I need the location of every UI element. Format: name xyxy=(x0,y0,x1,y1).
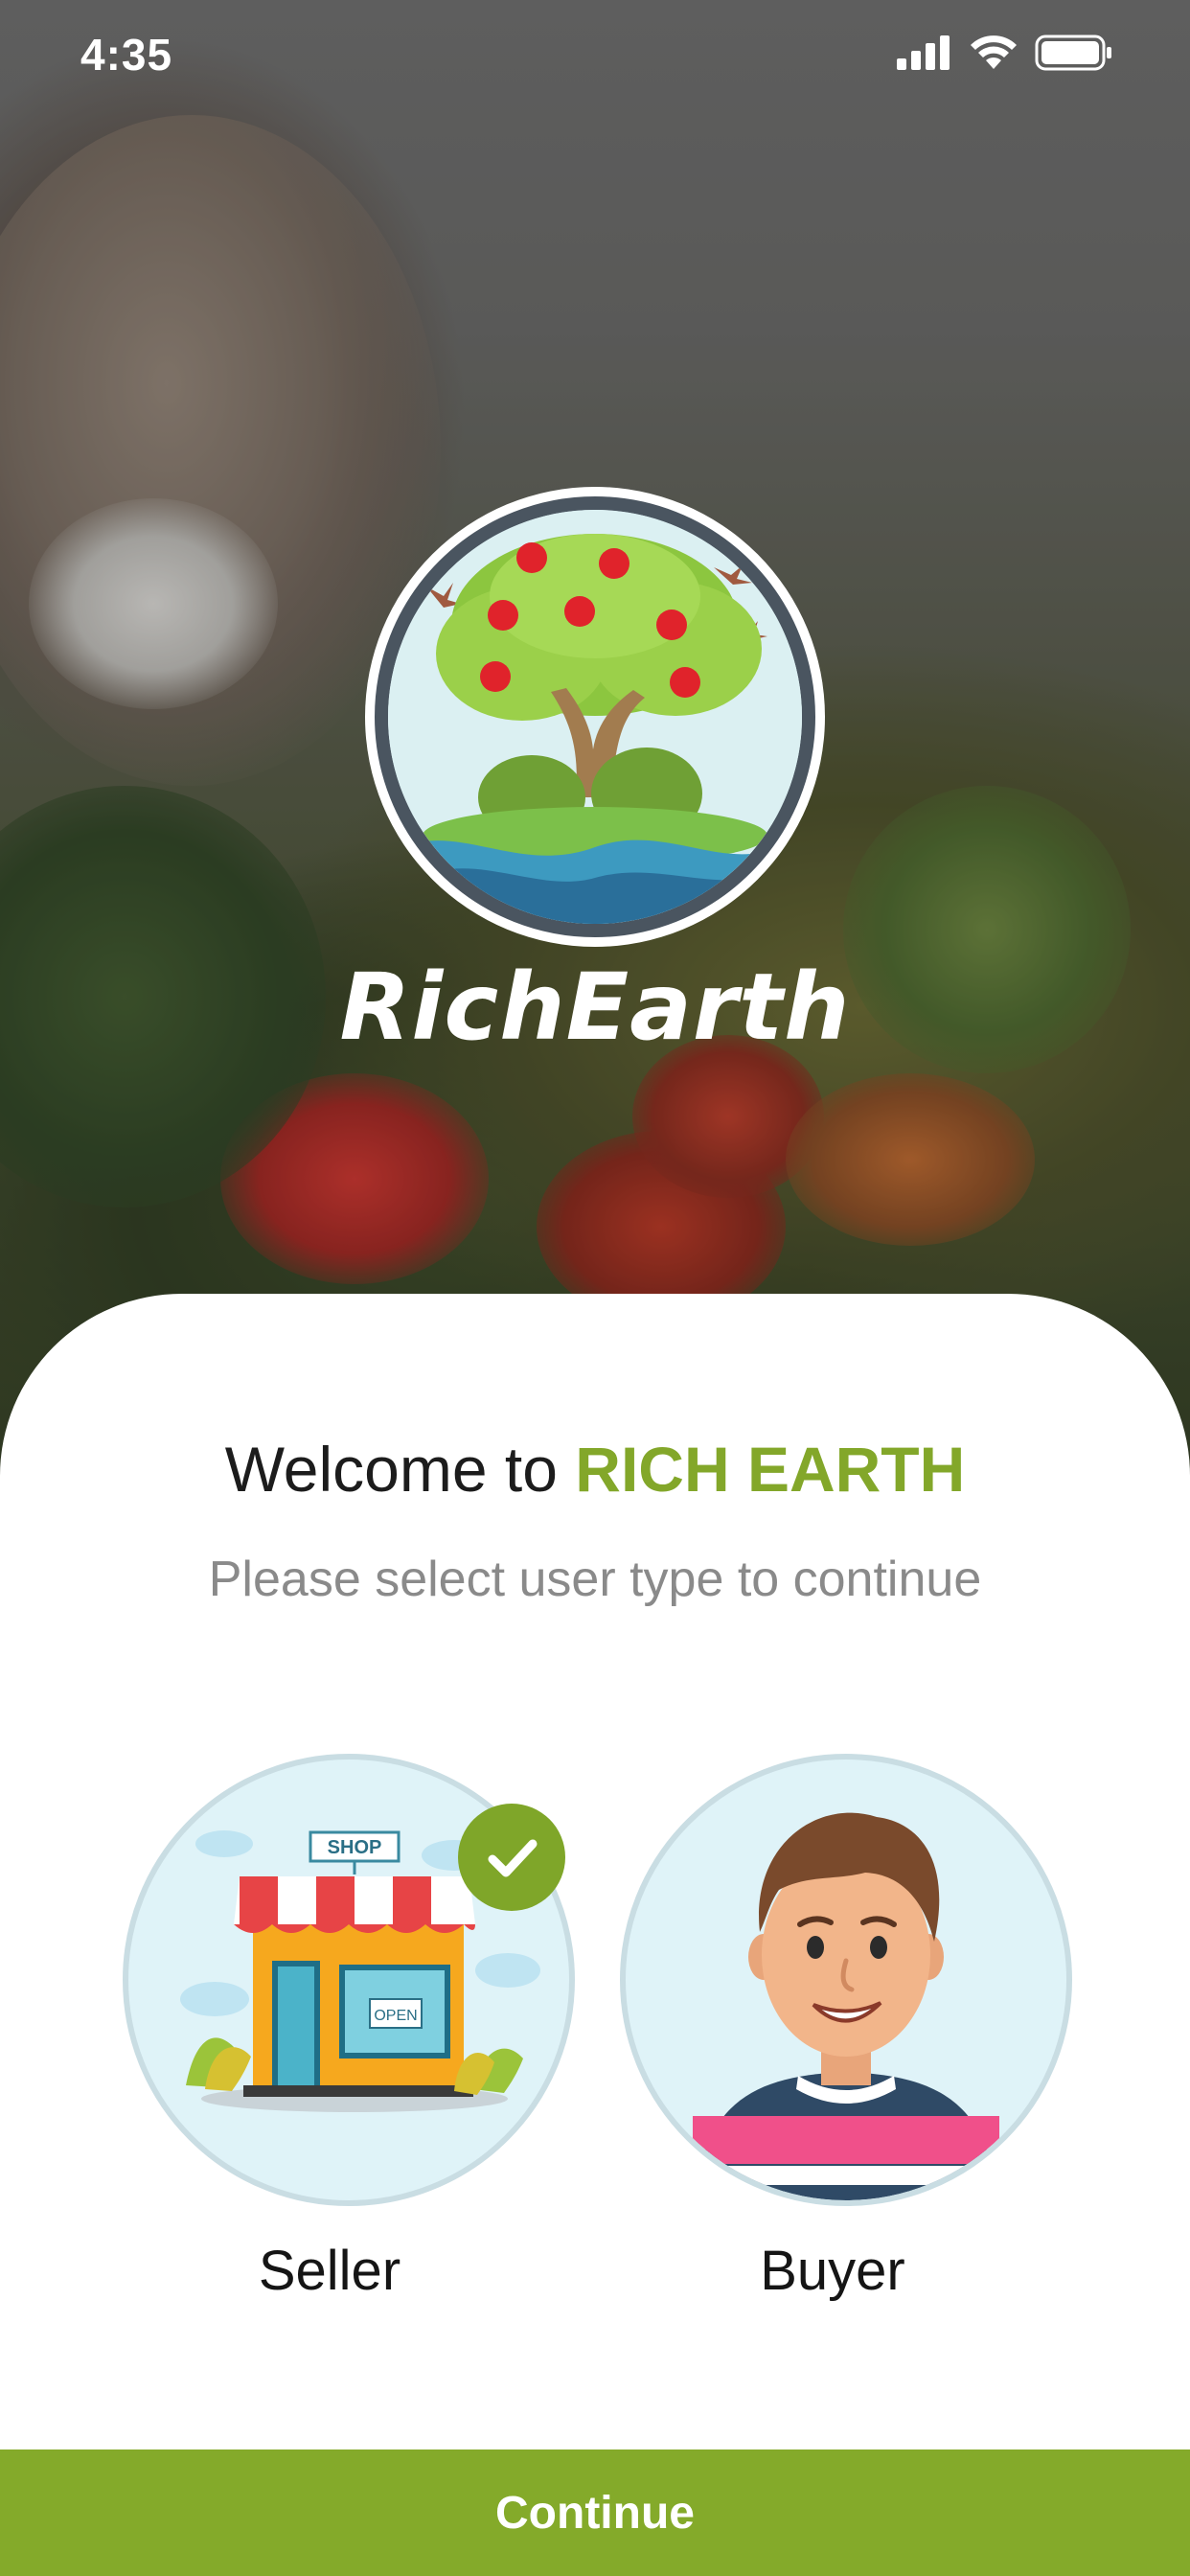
brand-name: RichEarth xyxy=(339,954,851,1061)
status-icons xyxy=(897,34,1113,71)
signal-icon xyxy=(897,35,950,70)
open-sign-text: OPEN xyxy=(374,2008,417,2024)
wifi-icon xyxy=(971,35,1017,69)
selected-check-icon xyxy=(458,1804,565,1911)
continue-button[interactable]: Continue xyxy=(0,2450,1190,2576)
buyer-option[interactable] xyxy=(620,1754,1072,2206)
battery-icon xyxy=(1035,34,1111,71)
welcome-heading: Welcome to RICH EARTH xyxy=(0,1433,1190,1506)
status-time: 4:35 xyxy=(80,30,173,80)
buyer-avatar-icon xyxy=(693,1812,999,2200)
shop-sign-text: SHOP xyxy=(328,1837,382,1858)
apple-tree-logo-icon xyxy=(375,496,815,937)
welcome-prefix: Welcome to xyxy=(224,1434,576,1505)
status-bar: 4:35 xyxy=(0,0,1190,105)
buyer-label[interactable]: Buyer xyxy=(606,2239,1059,2303)
seller-label[interactable]: Seller xyxy=(103,2239,556,2303)
welcome-brand-highlight: RICH EARTH xyxy=(575,1434,966,1505)
brand-logo xyxy=(365,487,825,947)
welcome-subtitle: Please select user type to continue xyxy=(208,1552,982,1607)
